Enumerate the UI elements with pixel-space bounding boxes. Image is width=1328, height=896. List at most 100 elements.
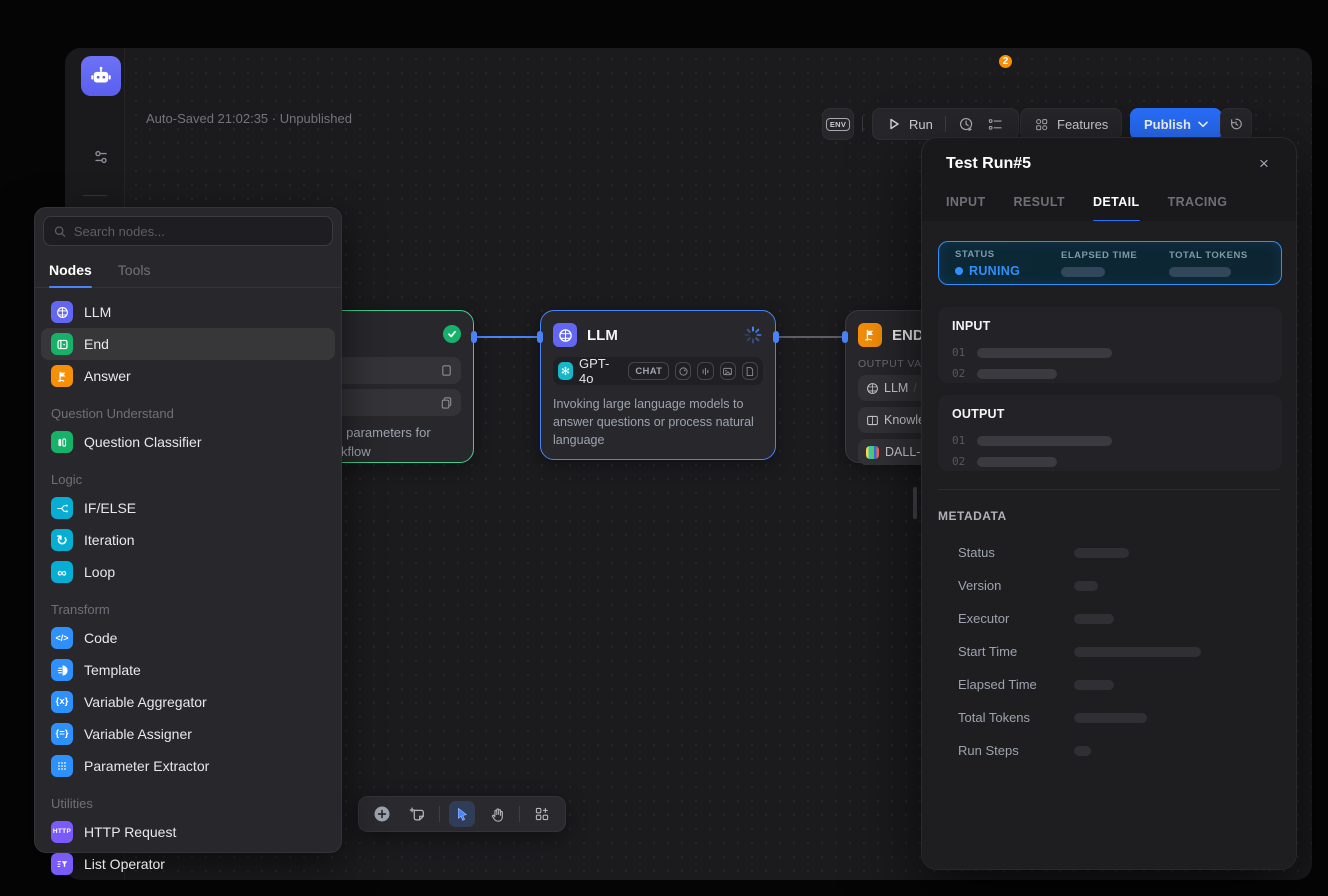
checklist-button[interactable] xyxy=(987,116,1004,133)
checklist-icon xyxy=(987,116,1004,133)
tab-result[interactable]: RESULT xyxy=(1014,185,1065,221)
tab-detail[interactable]: DETAIL xyxy=(1093,185,1140,221)
output-row-skeleton xyxy=(977,436,1112,446)
row-number: 01 xyxy=(952,346,965,359)
autosave-status: Auto-Saved 21:02:35 · Unpublished xyxy=(146,111,352,126)
section-utilities: Utilities xyxy=(35,782,341,816)
hand-icon xyxy=(489,806,506,823)
version-history-button[interactable] xyxy=(1220,108,1252,140)
metadata-label: Status xyxy=(958,545,1054,560)
canvas-scrollbar[interactable] xyxy=(913,487,917,519)
node-item-variable-assigner[interactable]: {=} Variable Assigner xyxy=(41,718,335,750)
publish-button[interactable]: Publish xyxy=(1130,108,1222,140)
metadata-label: Elapsed Time xyxy=(958,677,1054,692)
node-item-answer[interactable]: Answer xyxy=(41,360,335,392)
metadata-label: Executor xyxy=(958,611,1054,626)
chevron-down-icon xyxy=(1198,121,1208,128)
metadata-skeleton xyxy=(1074,581,1098,591)
node-item-http-request[interactable]: HTTP HTTP Request xyxy=(41,816,335,848)
tab-tracing[interactable]: TRACING xyxy=(1168,185,1228,221)
node-item-label: IF/ELSE xyxy=(84,500,136,516)
metadata-skeleton xyxy=(1074,713,1147,723)
node-item-variable-aggregator[interactable]: {x} Variable Aggregator xyxy=(41,686,335,718)
input-row-skeleton xyxy=(977,348,1112,358)
env-button[interactable]: ENV xyxy=(822,108,854,140)
search-input[interactable] xyxy=(74,224,323,239)
vision-capability-icon xyxy=(675,362,691,380)
node-item-template[interactable]: Template xyxy=(41,654,335,686)
dalle-icon xyxy=(866,446,879,459)
section-transform: Transform xyxy=(35,588,341,622)
node-item-parameter-extractor[interactable]: Parameter Extractor xyxy=(41,750,335,782)
node-item-label: List Operator xyxy=(84,856,165,872)
section-question-understand: Question Understand xyxy=(35,392,341,426)
node-item-label: HTTP Request xyxy=(84,824,176,840)
note-icon xyxy=(408,805,426,823)
total-tokens-skeleton xyxy=(1169,267,1231,277)
metadata-row: Total Tokens xyxy=(958,710,1201,725)
output-handle[interactable] xyxy=(471,331,477,343)
metadata-rows: Status Version Executor Start Time Elaps… xyxy=(958,545,1201,758)
search-icon xyxy=(53,224,67,239)
row-number: 02 xyxy=(952,367,965,380)
screenshot-stage: Auto-Saved 21:02:35 · Unpublished ENV Ru… xyxy=(0,0,1328,896)
tab-tools[interactable]: Tools xyxy=(118,258,151,287)
running-spinner-icon xyxy=(743,325,763,350)
llm-node[interactable]: LLM ✻ GPT-4o xyxy=(540,310,776,460)
status-card: STATUS RUNING ELAPSED TIME TOTAL TOKENS xyxy=(938,241,1282,285)
node-item-llm[interactable]: LLM xyxy=(41,296,335,328)
node-item-if-else[interactable]: IF/ELSE xyxy=(41,492,335,524)
run-button[interactable]: Run xyxy=(887,117,933,132)
run-button-group: Run xyxy=(872,108,1019,140)
workflow-settings-button[interactable] xyxy=(87,143,115,171)
node-item-list-operator[interactable]: List Operator xyxy=(41,848,335,880)
node-picker-panel: Nodes Tools LLM End Answer xyxy=(34,207,342,853)
plus-circle-icon xyxy=(373,805,391,823)
tab-input[interactable]: INPUT xyxy=(946,185,986,221)
output-card-title: OUTPUT xyxy=(952,407,1268,421)
cursor-icon xyxy=(454,806,470,822)
tab-nodes[interactable]: Nodes xyxy=(49,258,92,287)
metadata-row: Elapsed Time xyxy=(958,677,1201,692)
input-handle[interactable] xyxy=(842,331,848,343)
model-selector[interactable]: ✻ GPT-4o CHAT xyxy=(553,357,763,385)
run-group-divider xyxy=(945,116,946,132)
output-handle[interactable] xyxy=(773,331,779,343)
total-tokens-label: TOTAL TOKENS xyxy=(1169,250,1265,261)
metadata-skeleton xyxy=(1074,746,1091,756)
features-button[interactable]: Features xyxy=(1020,108,1122,140)
section-logic: Logic xyxy=(35,458,341,492)
node-item-question-classifier[interactable]: Question Classifier xyxy=(41,426,335,458)
node-item-iteration[interactable]: ↻ Iteration xyxy=(41,524,335,556)
add-node-button[interactable] xyxy=(369,801,395,827)
metadata-row: Status xyxy=(958,545,1201,560)
node-item-label: End xyxy=(84,336,109,352)
close-icon[interactable]: × xyxy=(1252,152,1276,176)
chat-mode-badge: CHAT xyxy=(628,362,669,380)
knowledge-icon xyxy=(866,414,879,427)
pointer-mode-button[interactable] xyxy=(449,801,475,827)
copy-field-icon xyxy=(440,396,453,409)
metadata-row: Executor xyxy=(958,611,1201,626)
toolbar-divider xyxy=(519,806,520,822)
row-number: 01 xyxy=(952,434,965,447)
panel-title: Test Run#5 xyxy=(946,155,1031,173)
node-item-end[interactable]: End xyxy=(41,328,335,360)
output-card: OUTPUT 01 02 xyxy=(938,395,1282,471)
loop-icon: ∞ xyxy=(51,561,73,583)
add-note-button[interactable] xyxy=(404,801,430,827)
node-item-label: Answer xyxy=(84,368,131,384)
organize-nodes-button[interactable] xyxy=(529,801,555,827)
run-history-button[interactable] xyxy=(958,116,975,133)
app-logo[interactable] xyxy=(81,56,121,96)
elapsed-time-label: ELAPSED TIME xyxy=(1061,250,1169,261)
input-handle[interactable] xyxy=(537,331,543,343)
node-search[interactable] xyxy=(43,216,333,246)
play-icon xyxy=(887,117,901,131)
node-item-loop[interactable]: ∞ Loop xyxy=(41,556,335,588)
list-operator-icon xyxy=(51,853,73,875)
hand-mode-button[interactable] xyxy=(484,801,510,827)
node-item-code[interactable]: </> Code xyxy=(41,622,335,654)
metadata-label: Run Steps xyxy=(958,743,1054,758)
variable-source: LLM xyxy=(884,381,908,395)
